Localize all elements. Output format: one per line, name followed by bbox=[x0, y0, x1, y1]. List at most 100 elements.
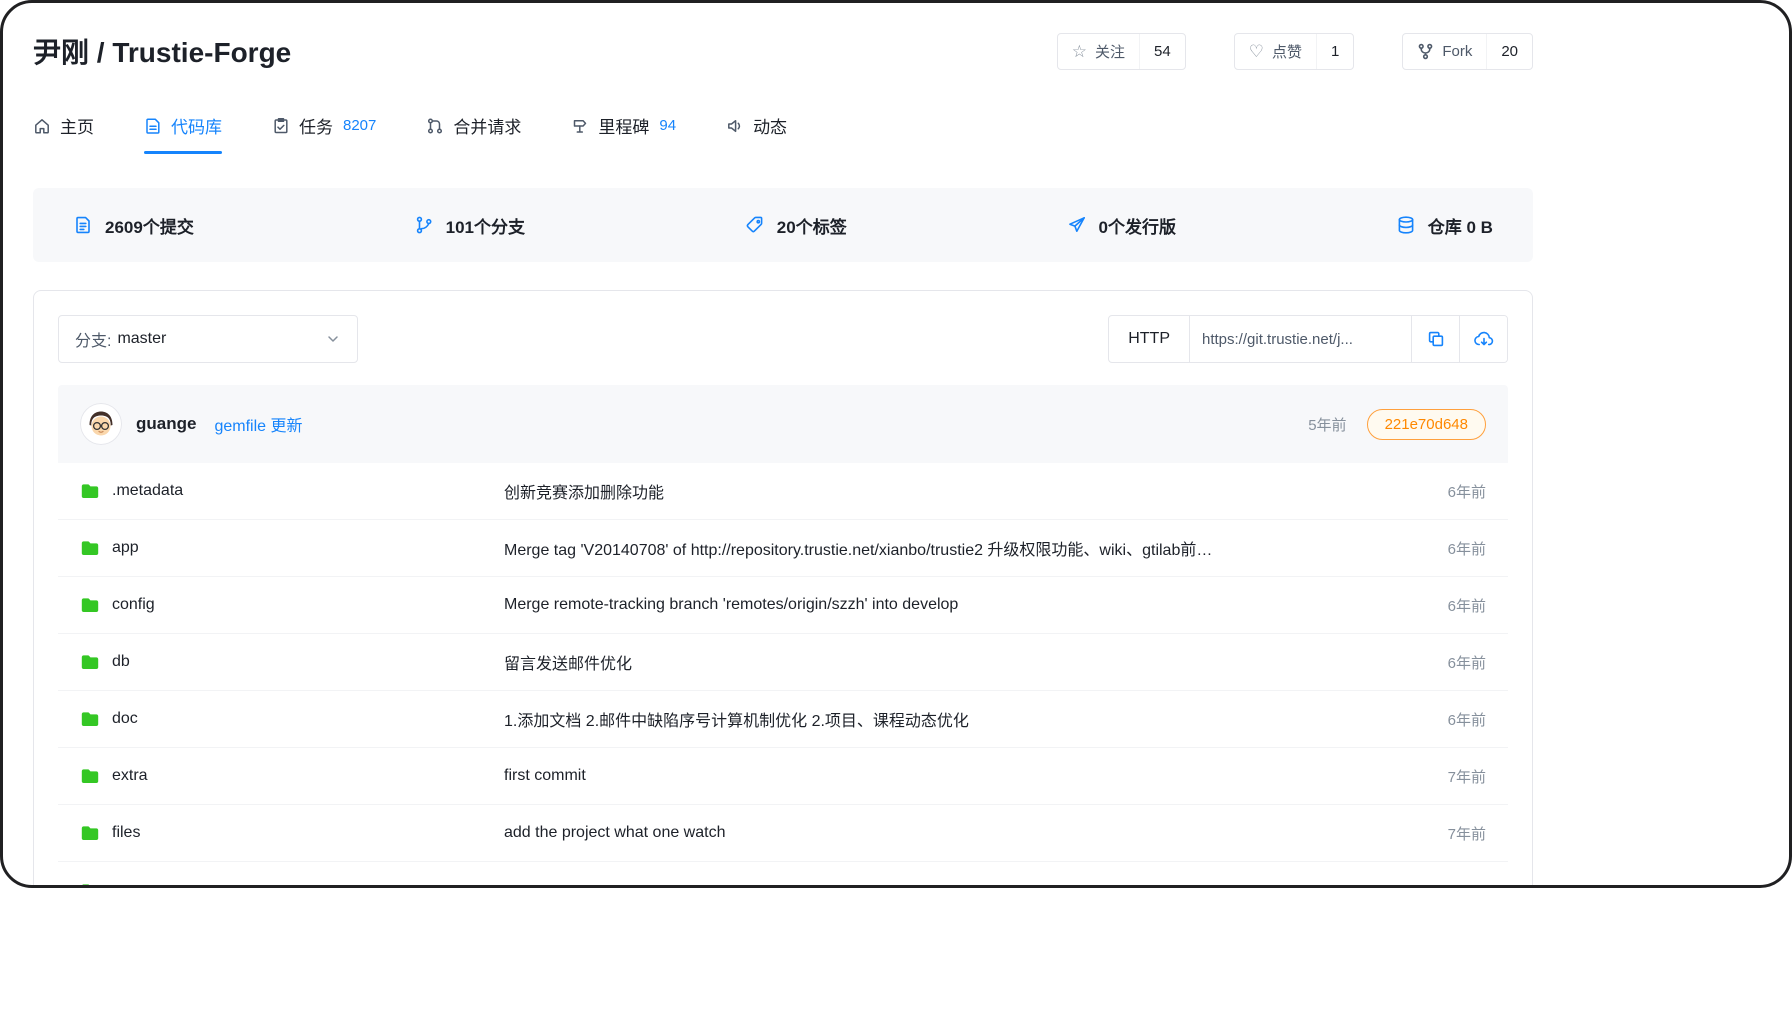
activity-icon bbox=[726, 117, 744, 135]
file-name[interactable]: files bbox=[112, 824, 140, 842]
repo-stats-bar: 2609个提交 101个分支 20个标签 0个发行版 仓库 0 B bbox=[33, 188, 1533, 262]
tab-tasks-label: 任务 bbox=[299, 113, 333, 138]
browser-window: 尹刚 / Trustie-Forge ☆ 关注 54 ♡ 点赞 1 bbox=[0, 0, 1792, 888]
folder-icon bbox=[80, 823, 100, 843]
clone-url-input[interactable] bbox=[1189, 316, 1411, 362]
folder-icon bbox=[80, 766, 100, 786]
tab-activity[interactable]: 动态 bbox=[726, 113, 787, 154]
stat-tags-label: 20个标签 bbox=[777, 213, 847, 238]
tab-code-label: 代码库 bbox=[171, 113, 222, 138]
heart-icon: ♡ bbox=[1249, 43, 1264, 60]
file-name-cell: config bbox=[80, 595, 504, 615]
tab-home-label: 主页 bbox=[60, 113, 94, 138]
table-row[interactable]: files add the project what one watch 7年前 bbox=[58, 805, 1508, 862]
download-button[interactable] bbox=[1459, 316, 1507, 362]
code-repo-icon bbox=[144, 117, 162, 135]
branch-value: master bbox=[117, 330, 166, 348]
folder-icon bbox=[80, 538, 100, 558]
table-row[interactable]: doc 1.添加文档 2.邮件中缺陷序号计算机制优化 2.项目、课程动态优化 6… bbox=[58, 691, 1508, 748]
file-name[interactable]: app bbox=[112, 539, 139, 557]
file-commit-message[interactable]: add the project what one watch bbox=[504, 824, 1422, 842]
folder-icon bbox=[80, 595, 100, 615]
home-icon bbox=[33, 117, 51, 135]
table-row[interactable]: app Merge tag 'V20140708' of http://repo… bbox=[58, 520, 1508, 577]
stat-branches-label: 101个分支 bbox=[446, 213, 525, 238]
tab-tasks[interactable]: 任务 8207 bbox=[272, 113, 376, 154]
file-name-cell: doc bbox=[80, 709, 504, 729]
file-commit-time: 6年前 bbox=[1422, 481, 1486, 502]
stat-branches[interactable]: 101个分支 bbox=[414, 213, 525, 238]
file-commit-message[interactable]: Merge remote-tracking branch 'remotes/or… bbox=[504, 596, 1422, 614]
file-name[interactable]: .metadata bbox=[112, 482, 183, 500]
file-name-cell: files bbox=[80, 823, 504, 843]
fork-count[interactable]: 20 bbox=[1486, 34, 1532, 69]
file-commit-message[interactable]: 1.添加文档 2.邮件中缺陷序号计算机制优化 2.项目、课程动态优化 bbox=[504, 707, 1422, 731]
tab-home[interactable]: 主页 bbox=[33, 113, 94, 154]
praise-button-main[interactable]: ♡ 点赞 bbox=[1235, 34, 1316, 69]
file-commit-message[interactable]: 留言发送邮件优化 bbox=[504, 650, 1422, 674]
watch-count[interactable]: 54 bbox=[1139, 34, 1185, 69]
table-row[interactable]: .metadata 创新竞赛添加删除功能 6年前 bbox=[58, 463, 1508, 520]
branch-selector[interactable]: 分支: master bbox=[58, 315, 358, 363]
file-name-cell: db bbox=[80, 652, 504, 672]
fork-label: Fork bbox=[1442, 43, 1472, 60]
stat-repo-size[interactable]: 仓库 0 B bbox=[1396, 213, 1493, 238]
page-header: 尹刚 / Trustie-Forge ☆ 关注 54 ♡ 点赞 1 bbox=[33, 31, 1533, 71]
file-commit-time: 7年前 bbox=[1422, 823, 1486, 844]
table-row[interactable]: config Merge remote-tracking branch 'rem… bbox=[58, 577, 1508, 634]
file-name[interactable]: config bbox=[112, 596, 155, 614]
star-icon: ☆ bbox=[1072, 43, 1087, 60]
file-commit-message[interactable]: first commit bbox=[504, 767, 1422, 785]
tab-pulls[interactable]: 合并请求 bbox=[426, 113, 521, 154]
stat-tags[interactable]: 20个标签 bbox=[745, 213, 847, 238]
praise-label: 点赞 bbox=[1272, 41, 1302, 62]
commit-sha-badge[interactable]: 221e70d648 bbox=[1367, 409, 1486, 440]
file-commit-time: 6年前 bbox=[1422, 595, 1486, 616]
repo-toolbar: 分支: master HTTP bbox=[58, 315, 1508, 363]
tab-milestones-label: 里程碑 bbox=[598, 113, 649, 138]
file-table: .metadata 创新竞赛添加删除功能 6年前 app Merge tag '… bbox=[58, 463, 1508, 888]
cloud-download-icon bbox=[1473, 328, 1495, 350]
chevron-down-icon bbox=[325, 331, 341, 347]
file-commit-time: 6年前 bbox=[1422, 538, 1486, 559]
folder-icon bbox=[80, 881, 100, 889]
stat-commits-label: 2609个提交 bbox=[105, 213, 194, 238]
commit-author[interactable]: guange bbox=[136, 414, 196, 434]
watch-button-main[interactable]: ☆ 关注 bbox=[1058, 34, 1139, 69]
commit-time: 5年前 bbox=[1308, 414, 1346, 435]
praise-button[interactable]: ♡ 点赞 1 bbox=[1234, 33, 1355, 70]
file-name[interactable]: extra bbox=[112, 767, 148, 785]
copy-button[interactable] bbox=[1411, 316, 1459, 362]
file-commit-time: 6年前 bbox=[1422, 709, 1486, 730]
commits-icon bbox=[73, 215, 93, 235]
folder-icon bbox=[80, 652, 100, 672]
praise-count[interactable]: 1 bbox=[1316, 34, 1353, 69]
fork-button-main[interactable]: Fork bbox=[1403, 34, 1486, 69]
tasks-icon bbox=[272, 117, 290, 135]
stat-releases-label: 0个发行版 bbox=[1099, 213, 1176, 238]
file-commit-message[interactable]: 创新竞赛添加删除功能 bbox=[504, 479, 1422, 503]
file-name[interactable]: doc bbox=[112, 710, 138, 728]
file-commit-time: 7年前 bbox=[1422, 766, 1486, 787]
repo-page: 尹刚 / Trustie-Forge ☆ 关注 54 ♡ 点赞 1 bbox=[33, 3, 1533, 888]
watch-button[interactable]: ☆ 关注 54 bbox=[1057, 33, 1186, 70]
file-commit-message[interactable]: Merge tag 'V20140708' of http://reposito… bbox=[504, 536, 1422, 560]
commit-message-link[interactable]: gemfile 更新 bbox=[214, 412, 302, 436]
table-row[interactable]: db 留言发送邮件优化 6年前 bbox=[58, 634, 1508, 691]
stat-repo-size-label: 仓库 0 B bbox=[1428, 213, 1493, 238]
table-row-partial[interactable] bbox=[58, 862, 1508, 888]
repo-tabs: 主页 代码库 任务 8207 合并请求 里程碑 94 动态 bbox=[33, 113, 1533, 154]
avatar[interactable] bbox=[80, 403, 122, 445]
file-commit-time: 6年前 bbox=[1422, 652, 1486, 673]
file-name-cell: .metadata bbox=[80, 481, 504, 501]
fork-button[interactable]: Fork 20 bbox=[1402, 33, 1533, 70]
stat-releases[interactable]: 0个发行版 bbox=[1067, 213, 1176, 238]
table-row[interactable]: extra first commit 7年前 bbox=[58, 748, 1508, 805]
tab-code[interactable]: 代码库 bbox=[144, 113, 222, 154]
protocol-button[interactable]: HTTP bbox=[1109, 316, 1189, 362]
file-name-cell bbox=[80, 881, 504, 889]
merge-request-icon bbox=[426, 117, 444, 135]
tab-milestones[interactable]: 里程碑 94 bbox=[571, 113, 676, 154]
file-name[interactable]: db bbox=[112, 653, 130, 671]
stat-commits[interactable]: 2609个提交 bbox=[73, 213, 194, 238]
